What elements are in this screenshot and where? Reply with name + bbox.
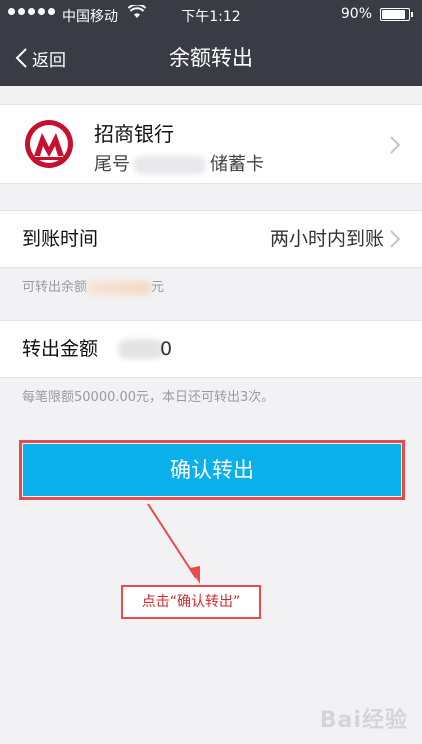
available-balance-label: 可转出余额 <box>22 280 88 295</box>
available-balance: 可转出余额 元 <box>22 276 164 295</box>
bank-card-selector[interactable]: 招商银行 尾号 储蓄卡 <box>0 104 422 184</box>
page-title: 余额转出 <box>169 46 253 70</box>
amount-row: 转出金额 0 <box>0 320 422 378</box>
amount-input[interactable]: 0 <box>160 321 172 377</box>
bank-name: 招商银行 <box>94 122 174 146</box>
confirm-transfer-button[interactable]: 确认转出 <box>23 444 401 496</box>
battery-icon <box>380 8 413 21</box>
battery-percent: 90% <box>340 6 372 22</box>
amount-label: 转出金额 <box>22 338 99 360</box>
card-info: 尾号 储蓄卡 <box>94 150 264 176</box>
available-balance-unit: 元 <box>151 280 165 295</box>
chevron-right-icon <box>390 230 400 248</box>
limit-note: 每笔限额50000.00元，本日还可转出3次。 <box>22 390 275 405</box>
watermark: Bai经验 <box>319 708 408 733</box>
annotation-callout: 点击“确认转出” <box>121 585 261 619</box>
card-type: 储蓄卡 <box>210 154 264 175</box>
arrival-time-row[interactable]: 到账时间 两小时内到账 <box>0 210 422 268</box>
chevron-right-icon <box>390 136 400 154</box>
arrival-time-value: 两小时内到账 <box>269 228 384 250</box>
annotation-arrow <box>147 503 200 584</box>
arrival-time-label: 到账时间 <box>22 228 99 250</box>
status-bar: 中国移动 下午1:12 90% <box>0 0 422 30</box>
masked-card-number <box>134 156 206 174</box>
masked-balance <box>87 280 152 295</box>
cmb-bank-logo <box>25 120 73 168</box>
navigation-bar: 返回 余额转出 <box>0 30 422 86</box>
card-prefix: 尾号 <box>94 154 130 175</box>
masked-amount <box>118 339 164 359</box>
